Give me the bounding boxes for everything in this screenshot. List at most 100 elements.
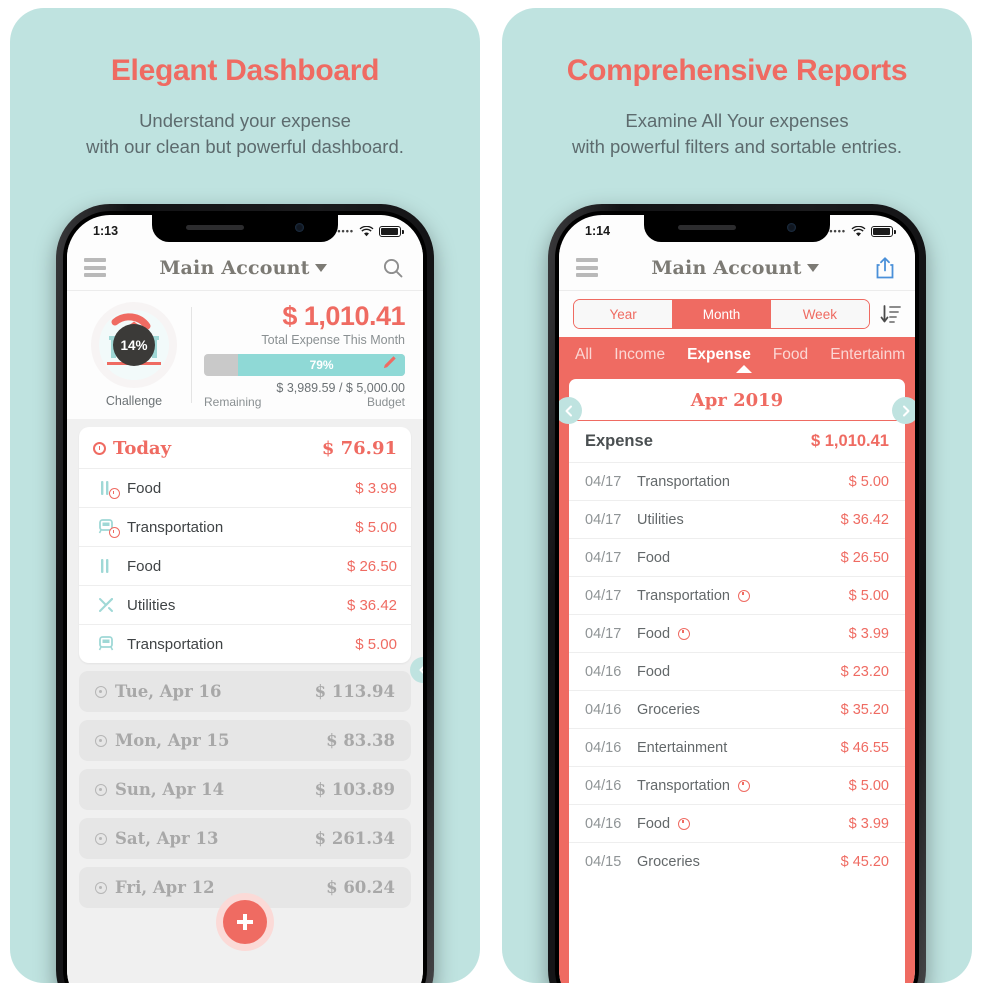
today-label: Today	[113, 438, 172, 459]
day-label: Mon, Apr 15	[115, 731, 230, 750]
day-summary-row[interactable]: Sat, Apr 13 $ 261.34	[79, 818, 411, 859]
clock-icon	[95, 881, 107, 894]
day-summary-row[interactable]: Tue, Apr 16 $ 113.94	[79, 671, 411, 712]
challenge-percent: 14%	[113, 324, 155, 366]
budget-progress-bar[interactable]: 79%	[204, 354, 405, 376]
transport-icon	[93, 518, 120, 538]
segment-year[interactable]: Year	[574, 300, 673, 328]
month-label: Apr 2019	[690, 390, 784, 411]
list-item[interactable]: Food $ 3.99	[79, 468, 411, 507]
tx-category: Transportation	[637, 587, 730, 604]
period-selector: Year Month Week	[559, 291, 915, 337]
sort-descending-icon[interactable]	[879, 303, 903, 325]
tx-category: Entertainment	[637, 739, 728, 756]
add-expense-button[interactable]	[216, 893, 274, 951]
list-item-amount: $ 3.99	[355, 479, 397, 497]
battery-icon	[379, 225, 404, 237]
phone-reports: 1:14 •••• Main Account Year Month Week A…	[548, 204, 926, 983]
nav-title-label: Main Account	[651, 256, 802, 279]
clock-icon	[95, 734, 107, 747]
budget-progress-fill: 79%	[238, 354, 405, 376]
tx-amount: $ 35.20	[840, 701, 889, 718]
list-item-label: Food	[127, 479, 162, 497]
challenge-ring: 14%	[91, 302, 177, 388]
challenge-label: Challenge	[105, 394, 163, 408]
screen-dashboard: 1:13 •••• Main Account 14% Challenge $ 1…	[67, 215, 423, 983]
recurring-badge-icon	[678, 817, 691, 830]
expense-summary: $ 1,010.41 Total Expense This Month 79%	[204, 301, 409, 409]
segment-week[interactable]: Week	[770, 300, 869, 328]
table-row[interactable]: 04/17 Utilities $ 36.42	[569, 500, 905, 538]
list-item-amount: $ 26.50	[346, 557, 397, 575]
tx-date: 04/15	[585, 853, 622, 870]
table-row[interactable]: 04/17 Transportation $ 5.00	[569, 462, 905, 500]
account-selector[interactable]: Main Account	[159, 257, 327, 279]
search-icon[interactable]	[380, 255, 406, 281]
tx-date: 04/16	[585, 739, 622, 756]
list-item[interactable]: Transportation $ 5.00	[79, 624, 411, 663]
filter-tab-all[interactable]: All	[575, 346, 592, 364]
tx-date: 04/16	[585, 701, 622, 718]
filter-tab-food[interactable]: Food	[773, 346, 808, 364]
phone-bezel: 1:13 •••• Main Account 14% Challenge $ 1…	[63, 211, 427, 983]
tx-category: Transportation	[637, 777, 730, 794]
next-month-button[interactable]	[892, 397, 915, 424]
recurring-badge-icon	[109, 527, 120, 538]
day-amount: $ 261.34	[314, 829, 395, 848]
status-bar: 1:14 ••••	[559, 215, 915, 245]
chevron-left-icon	[565, 405, 572, 416]
status-time: 1:13	[93, 224, 119, 238]
panel-dashboard: Elegant Dashboard Understand your expens…	[10, 8, 480, 983]
table-row[interactable]: 04/16 Entertainment $ 46.55	[569, 728, 905, 766]
hamburger-icon[interactable]	[84, 258, 106, 277]
table-row[interactable]: 04/16 Groceries $ 35.20	[569, 690, 905, 728]
filter-tab-income[interactable]: Income	[614, 346, 665, 364]
tx-amount: $ 3.99	[848, 815, 889, 832]
today-header[interactable]: Today $ 76.91	[79, 427, 411, 468]
table-row[interactable]: 04/15 Groceries $ 45.20	[569, 842, 905, 880]
tx-category: Transportation	[637, 473, 730, 490]
report-total-label: Expense	[585, 432, 653, 450]
table-row[interactable]: 04/16 Food $ 23.20	[569, 652, 905, 690]
share-icon[interactable]	[872, 255, 898, 281]
segment-month[interactable]: Month	[672, 300, 771, 328]
challenge-widget[interactable]: 14% Challenge	[81, 302, 187, 408]
table-row[interactable]: 04/16 Food $ 3.99	[569, 804, 905, 842]
nav-bar: Main Account	[559, 245, 915, 291]
filter-tab-entertainment[interactable]: Entertainm	[830, 346, 905, 364]
table-row[interactable]: 04/17 Transportation $ 5.00	[569, 576, 905, 614]
pencil-icon[interactable]	[382, 355, 397, 375]
list-item-label: Transportation	[127, 518, 224, 536]
nav-bar: Main Account	[67, 245, 423, 291]
phone-bezel: 1:14 •••• Main Account Year Month Week A…	[555, 211, 919, 983]
tx-date: 04/16	[585, 777, 622, 794]
tx-amount: $ 45.20	[840, 853, 889, 870]
list-item-label: Utilities	[127, 596, 176, 614]
hamburger-icon[interactable]	[576, 258, 598, 277]
list-item[interactable]: Utilities $ 36.42	[79, 585, 411, 624]
signal-dots-icon: ••••	[829, 226, 846, 236]
tx-date: 04/17	[585, 587, 622, 604]
status-bar: 1:13 ••••	[67, 215, 423, 245]
divider	[191, 307, 192, 403]
chevron-right-icon	[902, 405, 909, 416]
account-selector[interactable]: Main Account	[651, 256, 819, 279]
category-filter-bar: All Income Expense Food Entertainm	[559, 337, 915, 373]
list-item[interactable]: Transportation $ 5.00	[79, 507, 411, 546]
list-item[interactable]: Food $ 26.50	[79, 546, 411, 585]
tx-date: 04/17	[585, 549, 622, 566]
filter-tab-expense[interactable]: Expense	[687, 346, 751, 364]
tx-amount: $ 5.00	[848, 777, 889, 794]
table-row[interactable]: 04/17 Food $ 26.50	[569, 538, 905, 576]
report-total-row: Expense $ 1,010.41	[569, 420, 905, 462]
day-summary-row[interactable]: Mon, Apr 15 $ 83.38	[79, 720, 411, 761]
day-label: Fri, Apr 12	[115, 878, 215, 897]
list-item-label: Transportation	[127, 635, 224, 653]
day-summary-row[interactable]: Sun, Apr 14 $ 103.89	[79, 769, 411, 810]
table-row[interactable]: 04/16 Transportation $ 5.00	[569, 766, 905, 804]
tx-category: Groceries	[637, 853, 700, 870]
food-icon	[93, 557, 119, 575]
table-row[interactable]: 04/17 Food $ 3.99	[569, 614, 905, 652]
recurring-badge-icon	[737, 779, 750, 792]
tx-amount: $ 5.00	[848, 473, 889, 490]
